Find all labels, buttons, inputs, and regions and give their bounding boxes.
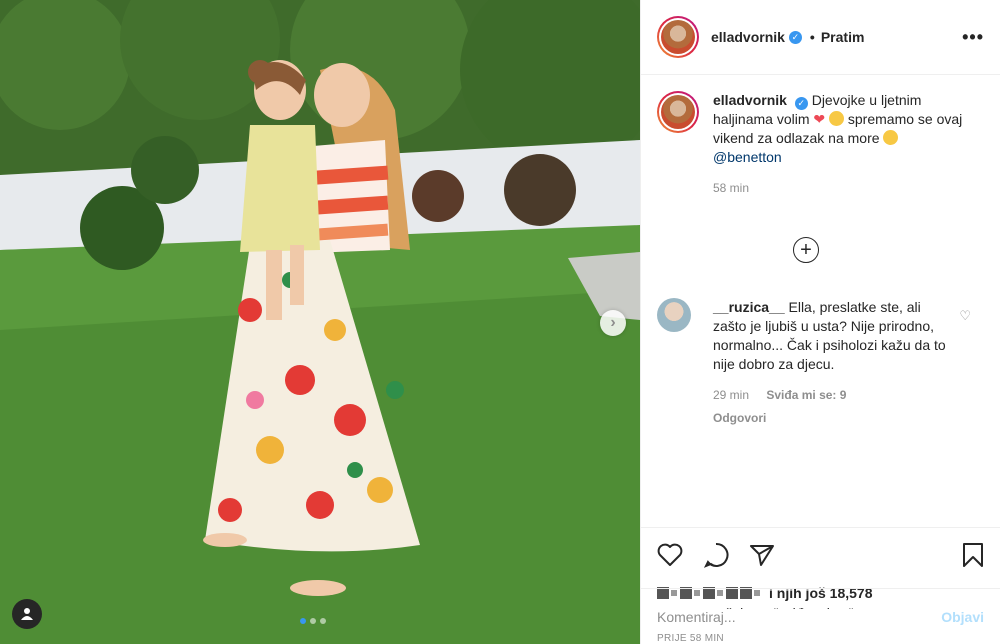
chevron-right-icon: ›	[610, 314, 616, 331]
smiling-face-emoji-icon	[829, 111, 844, 126]
post-photo[interactable]: ›	[0, 0, 640, 644]
red-heart-emoji-icon: ❤	[813, 111, 826, 127]
carousel-indicator	[300, 618, 326, 624]
comments-section: elladvornik ✓ Djevojke u ljetnim haljina…	[641, 75, 1000, 527]
header-username[interactable]: elladvornik	[711, 29, 785, 45]
share-paper-plane-icon[interactable]	[749, 543, 775, 567]
post-header: elladvornik ✓ • Pratim •••	[641, 0, 1000, 75]
separator: •	[809, 29, 815, 45]
bookmark-icon[interactable]	[962, 542, 984, 568]
carousel-dot-active	[300, 618, 306, 624]
commenter-avatar[interactable]	[657, 298, 691, 332]
tagged-users-button[interactable]	[12, 599, 42, 629]
comment-timestamp: 29 min	[713, 388, 750, 402]
comment-bubble-icon[interactable]	[703, 542, 729, 568]
caption-username[interactable]: elladvornik	[713, 92, 787, 108]
add-comment-box: Objavi	[641, 588, 1000, 644]
instagram-post: › elladvornik ✓ • Pratim ••• elladvornik…	[0, 0, 1000, 644]
avatar-image	[661, 95, 695, 129]
avatar[interactable]	[657, 16, 699, 58]
comment-item: __ruzica__ Ella, preslatke ste, ali zašt…	[657, 298, 987, 428]
comment-meta: 29 min Sviđa mi se: 9	[713, 386, 948, 405]
post-caption: elladvornik ✓ Djevojke u ljetnim haljina…	[657, 91, 984, 167]
comment-body: __ruzica__ Ella, preslatke ste, ali zašt…	[713, 298, 948, 428]
verified-badge-icon: ✓	[788, 30, 802, 44]
comment-username[interactable]: __ruzica__	[713, 299, 785, 315]
load-more-comments-icon[interactable]: +	[793, 237, 819, 263]
mention-link[interactable]: @benetton	[713, 149, 782, 165]
comment-like-heart-icon[interactable]: ♡	[959, 308, 971, 324]
following-button[interactable]: Pratim	[821, 29, 865, 45]
carousel-dot	[320, 618, 326, 624]
like-heart-icon[interactable]	[657, 543, 683, 567]
more-horizontal-icon[interactable]: •••	[962, 27, 984, 48]
carousel-dot	[310, 618, 316, 624]
post-side-panel: elladvornik ✓ • Pratim ••• elladvornik ✓…	[640, 0, 1000, 644]
caption-timestamp: 58 min	[713, 181, 750, 195]
photo-scene	[0, 0, 640, 644]
avatar-image	[661, 20, 695, 54]
grinning-face-emoji-icon	[883, 130, 899, 145]
action-bar	[641, 527, 1000, 582]
publish-button[interactable]: Objavi	[941, 609, 984, 625]
user-icon	[21, 608, 33, 620]
comment-input[interactable]	[657, 608, 942, 625]
reply-button[interactable]: Odgovori	[713, 409, 948, 428]
verified-badge-icon: ✓	[794, 97, 808, 110]
comment-likes[interactable]: Sviđa mi se: 9	[766, 388, 846, 402]
caption-avatar[interactable]	[657, 91, 699, 133]
caption-text: elladvornik ✓ Djevojke u ljetnim haljina…	[713, 91, 963, 167]
next-photo-button[interactable]: ›	[600, 310, 626, 336]
